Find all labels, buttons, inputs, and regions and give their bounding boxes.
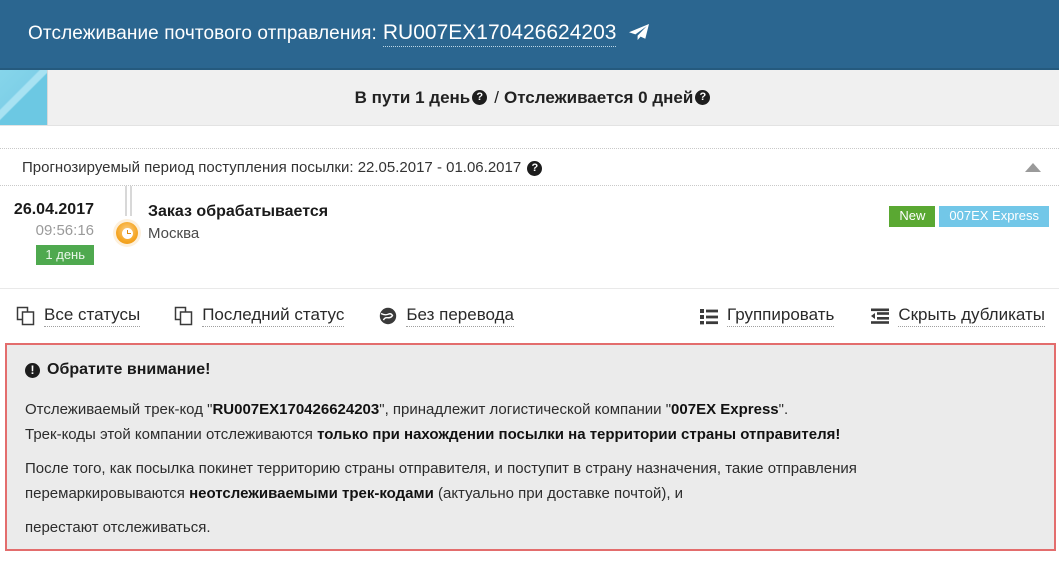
copy-pages-icon (174, 306, 194, 326)
warning-paragraph-3: После того, как посылка покинет территор… (25, 456, 1034, 481)
page-header: Отслеживание почтового отправления: RU00… (0, 0, 1059, 70)
tracked-days-label: Отслеживается 0 дней (503, 87, 694, 107)
warning-p3-part-a: После того, как посылка покинет территор… (25, 460, 857, 477)
warning-p4: перестают отслеживаться. (25, 519, 211, 536)
entry-tags: New 007EX Express (889, 206, 1049, 227)
toolbar-right-group: Группировать Скрыть дубликаты (663, 305, 1045, 327)
exclamation-circle-icon: ! (25, 362, 40, 378)
last-status-label: Последний статус (202, 305, 345, 327)
warning-p2-emphasis: только при нахождении посылки на террито… (317, 426, 841, 443)
carrier-thumbnail (0, 70, 48, 125)
all-statuses-label: Все статусы (44, 305, 141, 327)
list-grouped-icon (699, 306, 719, 326)
warning-p3-part-b: перемаркировываются (25, 485, 190, 502)
warning-p2-part-a: Трек-коды этой компании отслеживаются (25, 426, 318, 443)
timeline-entry: 26.04.2017 09:56:16 1 день Заказ обрабат… (0, 186, 1059, 265)
timeline-list: 26.04.2017 09:56:16 1 день Заказ обрабат… (0, 186, 1059, 289)
no-translation-label: Без перевода (406, 305, 514, 327)
warning-p1-part-a: Отслеживаемый трек-код " (25, 401, 213, 418)
entry-date: 26.04.2017 (13, 201, 94, 218)
toolbar-left-group: Все статусы Последний статус Без перевод… (16, 305, 548, 327)
page-title: Отслеживание почтового отправления: (28, 23, 377, 44)
entry-date-column: 26.04.2017 09:56:16 1 день (0, 200, 104, 265)
warning-p3-emphasis: неотслеживаемыми трек-кодами (189, 485, 434, 502)
forecast-text: Прогнозируемый период поступления посылк… (22, 158, 522, 176)
globe-icon (378, 306, 398, 326)
warning-p1-company: 007EX Express (671, 401, 779, 418)
timeline-track (104, 186, 148, 265)
group-label: Группировать (726, 305, 835, 327)
entry-time: 09:56:16 (35, 222, 94, 239)
chevron-up-icon[interactable] (1025, 162, 1041, 172)
all-statuses-button[interactable]: Все статусы (16, 305, 141, 327)
hide-duplicates-label: Скрыть дубликаты (898, 305, 1045, 327)
forecast-help-icon[interactable]: ? (527, 160, 543, 176)
forecast-label: Прогнозируемый период поступления посылк… (22, 159, 1025, 176)
status-badge-carrier[interactable]: 007EX Express (939, 206, 1049, 227)
clock-icon (116, 222, 138, 244)
hide-duplicates-button[interactable]: Скрыть дубликаты (870, 305, 1045, 327)
warning-paragraph-2: Трек-коды этой компании отслеживаются то… (25, 422, 1034, 447)
warning-paragraph-1: Отслеживаемый трек-код "RU007EX170426624… (25, 397, 1034, 422)
warning-p3-part-d: (актуально при доставке почтой), и (433, 485, 684, 502)
toolbar: Все статусы Последний статус Без перевод… (0, 289, 1059, 343)
list-indent-icon (870, 306, 890, 326)
warning-panel: ! Обратите внимание! Отслеживаемый трек-… (5, 343, 1056, 551)
paper-plane-icon[interactable] (628, 23, 650, 46)
timeline-line-right (130, 186, 132, 216)
last-status-button[interactable]: Последний статус (174, 305, 345, 327)
summary-text: В пути 1 день ? / Отслеживается 0 дней ? (48, 70, 1059, 125)
warning-title: Обратите внимание! (47, 361, 211, 378)
warning-p1-part-e: ". (778, 401, 789, 418)
summary-separator: / (494, 87, 499, 107)
warning-paragraph-4: перемаркировываются неотслеживаемыми тре… (25, 481, 1034, 506)
timeline-line-left (125, 186, 127, 216)
warning-p1-part-c: ", принадлежит логистической компании " (379, 401, 672, 418)
warning-p1-code: RU007EX170426624203 (212, 401, 380, 418)
warning-title-row: ! Обратите внимание! (25, 361, 1034, 379)
no-translation-button[interactable]: Без перевода (378, 305, 514, 327)
spacer (0, 126, 1059, 148)
warning-paragraph-5: перестают отслеживаться. (25, 515, 1034, 540)
summary-strip: В пути 1 день ? / Отслеживается 0 дней ? (0, 70, 1059, 126)
group-button[interactable]: Группировать (699, 305, 835, 327)
transit-days-label: В пути 1 день (354, 87, 471, 107)
status-badge-new: New (889, 206, 936, 227)
forecast-row: Прогнозируемый период поступления посылк… (0, 148, 1059, 186)
entry-duration-badge: 1 день (36, 245, 94, 265)
transit-help-icon[interactable]: ? (472, 90, 488, 105)
tracked-help-icon[interactable]: ? (695, 90, 711, 105)
tracking-code-link[interactable]: RU007EX170426624203 (382, 21, 617, 47)
copy-pages-icon (16, 306, 36, 326)
